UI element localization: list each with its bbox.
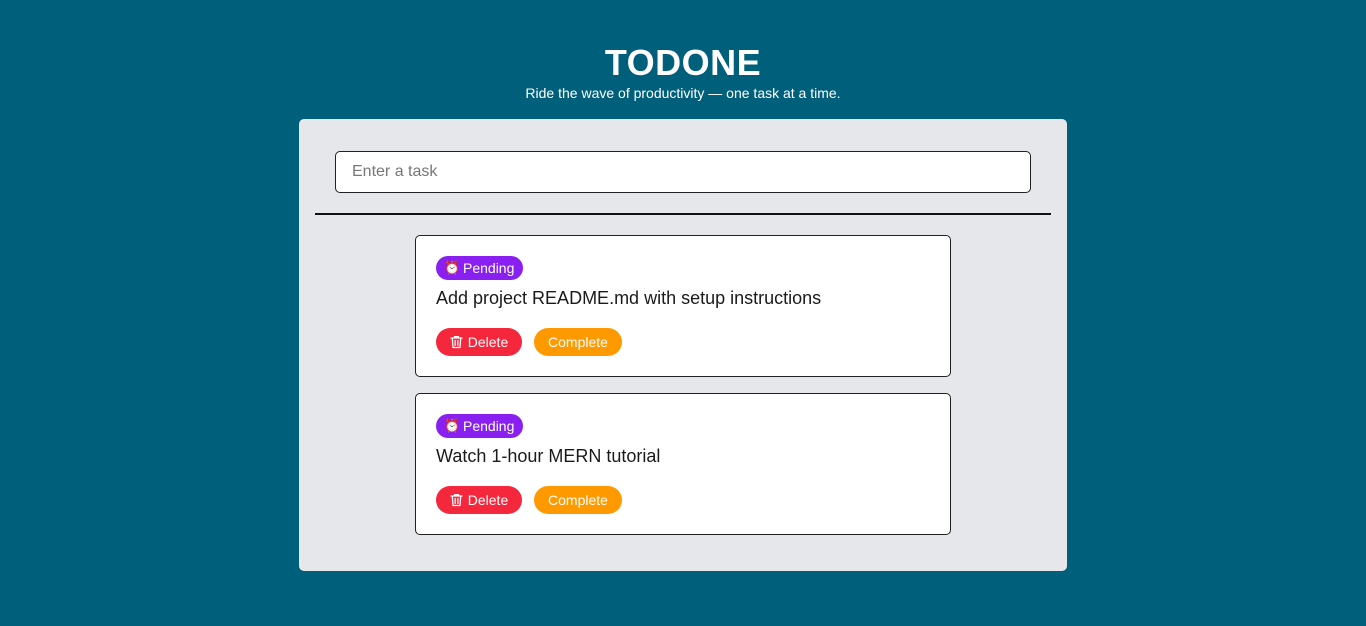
task-card: ⏰ Pending Watch 1-hour MERN tutorial Del… [415,393,951,535]
task-text: Add project README.md with setup instruc… [436,288,822,308]
trash-icon [450,493,463,507]
status-badge: ⏰ Pending [436,414,524,438]
complete-button[interactable]: Complete [534,486,622,514]
delete-label: Delete [467,334,509,350]
header: TODONE Ride the wave of productivity — o… [0,40,1366,100]
task-card: ⏰ Pending Add project README.md with set… [415,235,951,377]
complete-button[interactable]: Complete [534,328,622,356]
trash-icon [450,335,463,349]
divider [315,213,1051,215]
delete-button[interactable]: Delete [436,486,522,514]
alarm-clock-icon: ⏰ [444,260,461,275]
app-subtitle: Ride the wave of productivity — one task… [525,85,841,101]
alarm-clock-icon: ⏰ [444,418,461,433]
page: TODONE Ride the wave of productivity — o… [0,0,1366,626]
todo-panel: ⏰ Pending Add project README.md with set… [299,119,1067,571]
delete-button[interactable]: Delete [436,328,522,356]
task-text: Watch 1-hour MERN tutorial [436,446,661,466]
delete-label: Delete [467,492,509,508]
status-badge: ⏰ Pending [436,256,524,280]
status-label: Pending [463,260,515,276]
status-label: Pending [463,418,515,434]
complete-label: Complete [548,334,608,350]
task-input[interactable] [335,151,1031,193]
complete-label: Complete [548,492,608,508]
app-title: TODONE [604,42,762,83]
